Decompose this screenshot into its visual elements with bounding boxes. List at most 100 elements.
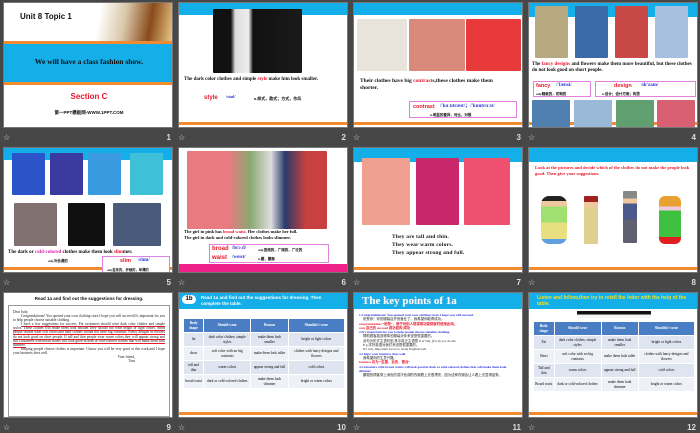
animation-star-icon[interactable]: ☆ [3, 423, 10, 432]
table-row: short soft color with no big contrasts mak… [182, 346, 346, 361]
photo [68, 203, 105, 246]
slide-line: They wear warm colors. [392, 242, 454, 248]
table-cell: clothes with fancy designs and flowers [637, 349, 696, 364]
instruction: Look at the pictures and decide which of… [535, 165, 690, 176]
animation-star-icon[interactable]: ☆ [353, 133, 360, 142]
slide-thumbnail-8[interactable]: Look at the pictures and decide which of… [528, 147, 698, 273]
suggestions-table: Body shape Should wear Reason Shouldn't wea… [182, 318, 346, 389]
slide-number: 3 [516, 133, 521, 142]
photo [213, 9, 302, 73]
table-row: Broad waist dark or cold-colored clothes m… [533, 377, 696, 392]
photo [532, 100, 570, 127]
slide-number: 1 [166, 133, 171, 142]
table-cell: make them look slimmer [250, 374, 289, 389]
table-cell: fat [182, 332, 205, 347]
slide-thumbnail-7[interactable]: They are tall and thin. They wear warm co… [353, 147, 523, 273]
slide-thumbnail-9[interactable]: Read 1a and find out the suggestions for… [3, 292, 173, 418]
key-point-line: 4.Customers with broad waists will look … [359, 364, 507, 373]
table-header: Body shape [182, 318, 205, 333]
cartoon-short-woman [584, 196, 598, 244]
table-cell: Broad waist [533, 377, 555, 392]
audio-player[interactable] [577, 311, 651, 318]
table-cell: broad waist [182, 374, 205, 389]
table-cell: make them look taller [600, 349, 639, 364]
animation-star-icon[interactable]: ☆ [528, 423, 535, 432]
table-row: broad waist dark or cold-colored clothes m… [182, 374, 346, 389]
table-cell: clothes with fancy designs and flowers [287, 346, 346, 361]
slide-number: 9 [166, 423, 171, 432]
table-cell: dark color clothes; simple styles [203, 332, 252, 347]
slide-number: 10 [337, 423, 346, 432]
vocab-word: style [204, 95, 218, 101]
table-row: Fat dark color clothes; simple styles make… [533, 335, 696, 350]
slide-thumbnail-6[interactable]: The girl in pink has broad waist. Her cl… [178, 147, 348, 273]
animation-star-icon[interactable]: ☆ [178, 423, 185, 432]
animation-star-icon[interactable]: ☆ [178, 133, 185, 142]
cartoon-fat-man [541, 196, 567, 244]
letter-paragraph: I have a few suggestions for success. Fa… [13, 322, 165, 347]
photo [12, 153, 45, 195]
slide-number: 2 [341, 133, 346, 142]
photo [655, 6, 688, 58]
photo [362, 158, 410, 225]
unit-title: Unit 8 Topic 1 [20, 12, 72, 21]
photo [409, 19, 465, 71]
photo [574, 100, 612, 127]
table-header: Should wear [553, 321, 602, 336]
photo [416, 158, 459, 225]
slide-thumbnail-1[interactable]: Unit 8 Topic 1 We will have a class fash… [3, 2, 173, 128]
slide-number: 12 [687, 423, 696, 432]
suggestions-table: Body shape Should wear Reason Shouldn't wea… [533, 321, 696, 392]
photo [14, 203, 57, 246]
table-cell: bright or light colors [637, 335, 696, 350]
table-cell: Fat [533, 335, 555, 350]
animation-star-icon[interactable]: ☆ [3, 278, 10, 287]
photo [187, 151, 327, 229]
photo [615, 6, 648, 58]
table-header: Shouldn't wear [637, 321, 696, 336]
table-cell: bright or warm colors [637, 377, 696, 392]
table-cell: short [182, 346, 205, 361]
letter-paragraph: Congratulations! You opened your own clo… [13, 314, 165, 323]
cartoon-tall-man [623, 191, 637, 243]
slide-number: 11 [512, 423, 521, 432]
animation-star-icon[interactable]: ☆ [178, 278, 185, 287]
animation-star-icon[interactable]: ☆ [528, 133, 535, 142]
slide-number: 7 [516, 278, 521, 287]
table-row: Tall and thin warm colors appear strong an… [533, 363, 696, 378]
slide-line: They are tall and thin. [392, 234, 449, 240]
table-cell: make them look slimmer [600, 377, 639, 392]
table-cell: appear strong and full [250, 360, 289, 375]
slide-thumbnail-5[interactable]: The dark or cold-colored clothes make th… [3, 147, 173, 273]
animation-star-icon[interactable]: ☆ [3, 133, 10, 142]
slide-number: 6 [341, 278, 346, 287]
table-cell: soft color with no big contrasts [203, 346, 252, 361]
table-row: Short soft color with no big contrasts mak… [533, 349, 696, 364]
photo [357, 19, 407, 71]
photo [657, 100, 695, 127]
photo [535, 6, 568, 58]
animation-star-icon[interactable]: ☆ [353, 278, 360, 287]
table-cell: tall and thin [182, 360, 205, 375]
table-header: Reason [250, 318, 289, 333]
slide-thumbnail-11[interactable]: The key points of 1a 1.Congratulations! … [353, 292, 523, 418]
photo [130, 153, 163, 195]
slide-thumbnail-12[interactable]: Listen and follow,then try to retell the… [528, 292, 698, 418]
photo [113, 203, 161, 246]
table-cell: appear strong and full [600, 363, 639, 378]
photo [50, 153, 83, 195]
slide-thumbnail-3[interactable]: Their clothes have big contrasts,these c… [353, 2, 523, 128]
photo [88, 153, 121, 195]
key-point-line: 腰粗的顾客穿上深色的或冷色调的衣服看上去很漂亮，因为这种衣服会让人看上去显得苗条… [363, 373, 503, 378]
slide-heading: Read 1a and find out the suggestions for… [34, 296, 144, 301]
letter-paragraph: Tom [128, 359, 135, 364]
slide-thumbnail-4[interactable]: The fancy designs and flowers make them … [528, 2, 698, 128]
table-cell: warm colors [553, 363, 602, 378]
table-header: Shouldn't wear [287, 318, 346, 333]
animation-star-icon[interactable]: ☆ [528, 278, 535, 287]
slide-thumbnail-2[interactable]: The dark color clothes and simple style … [178, 2, 348, 128]
animation-star-icon[interactable]: ☆ [353, 423, 360, 432]
table-cell: cold colors [287, 360, 346, 375]
slide-thumbnail-10[interactable]: 1b Read 1a and find out the suggestions … [178, 292, 348, 418]
table-cell: cold colors [637, 363, 696, 378]
